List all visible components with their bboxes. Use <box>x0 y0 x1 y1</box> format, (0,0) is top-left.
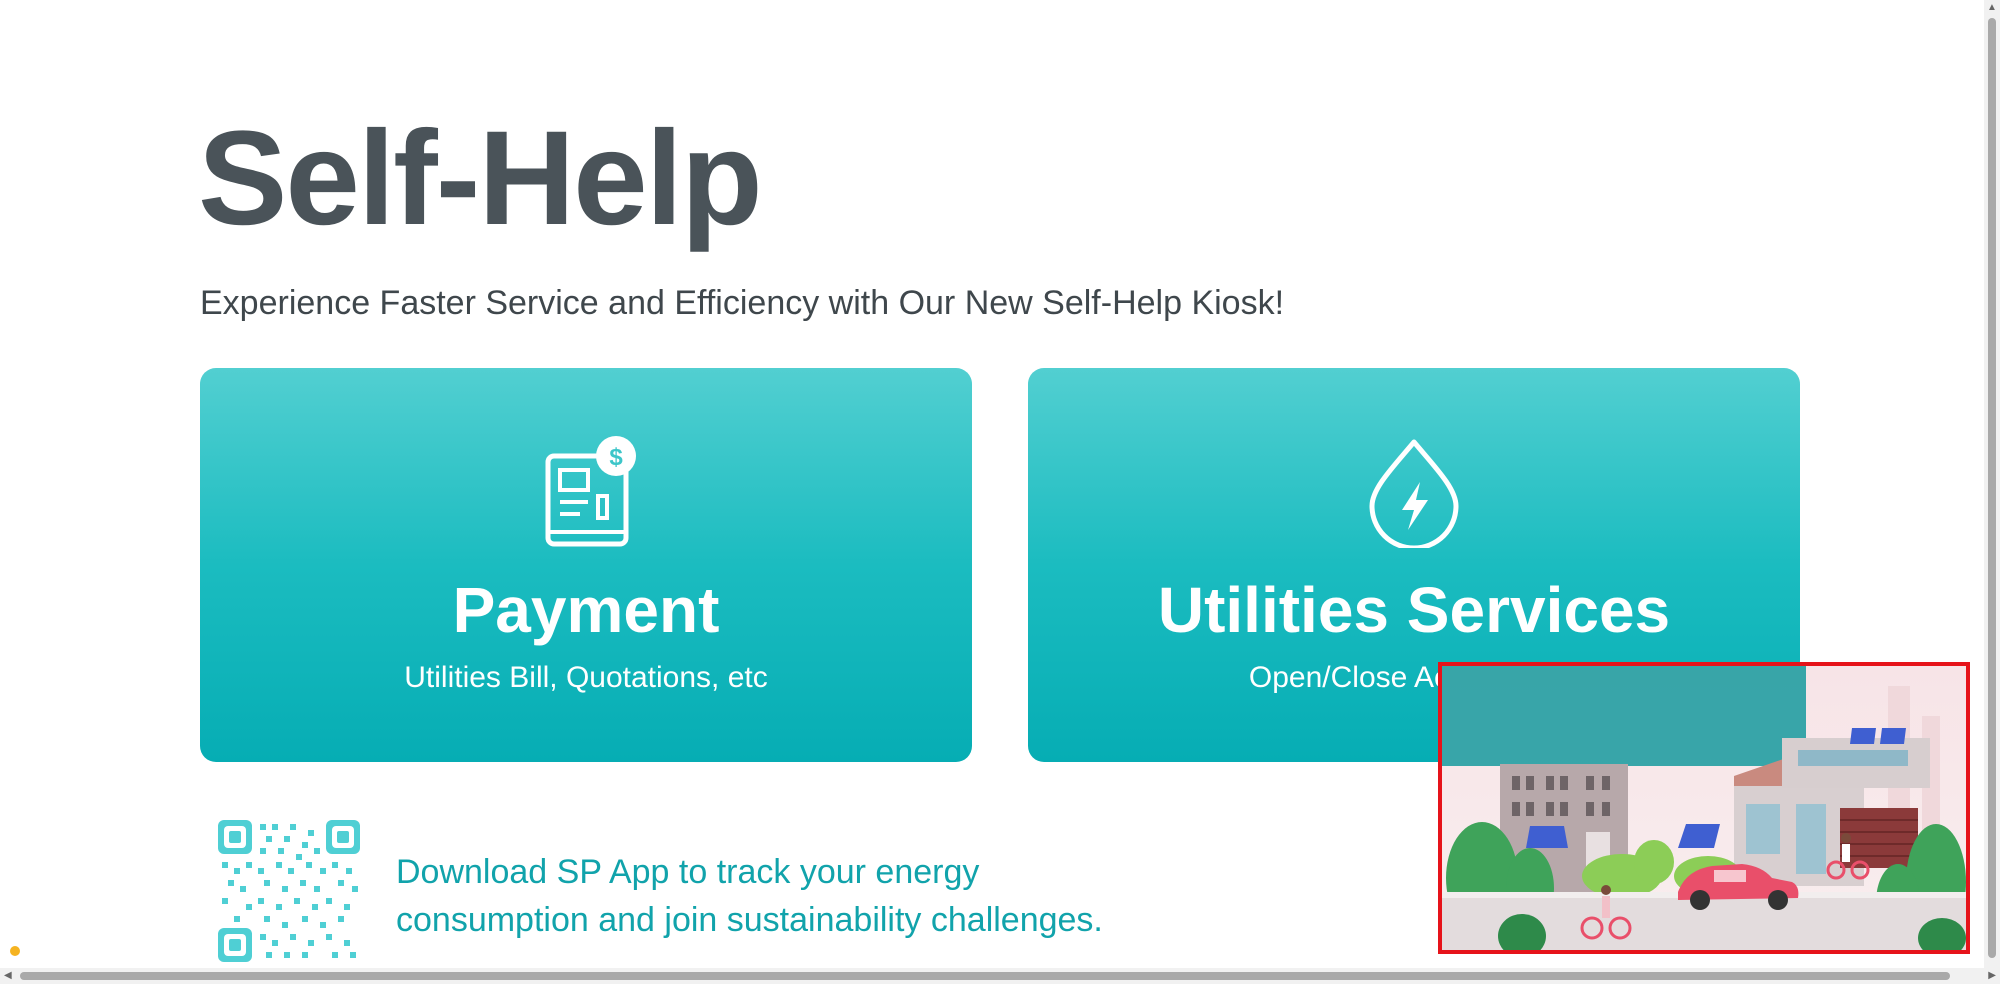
bill-dollar-icon: $ <box>536 436 636 548</box>
vertical-scroll-thumb[interactable] <box>1988 18 1996 958</box>
page-title: Self-Help <box>198 104 763 253</box>
self-help-page: Self-Help Experience Faster Service and … <box>0 0 2000 984</box>
app-promo-line2: consumption and join sustainability chal… <box>396 901 1103 939</box>
svg-text:$: $ <box>609 444 623 471</box>
scroll-right-icon[interactable]: ▶ <box>1988 970 1996 982</box>
vertical-scrollbar[interactable]: ▲ <box>1984 0 2000 968</box>
scroll-up-icon[interactable]: ▲ <box>1987 2 1997 13</box>
horizontal-scrollbar[interactable]: ◀ ▶ <box>0 968 2000 984</box>
utilities-title: Utilities Services <box>1157 574 1671 646</box>
payment-subtitle: Utilities Bill, Quotations, etc <box>404 661 768 694</box>
app-promo-line1: Download SP App to track your energy <box>396 853 980 891</box>
app-promo: Download SP App to track your energy con… <box>218 820 1218 962</box>
payment-card[interactable]: $ Payment Utilities Bill, Quotations, et… <box>200 368 972 762</box>
payment-title: Payment <box>452 574 720 646</box>
qr-code-icon[interactable] <box>218 820 360 962</box>
scroll-left-icon[interactable]: ◀ <box>4 970 12 982</box>
energy-drop-icon <box>1364 436 1464 551</box>
page-subtitle: Experience Faster Service and Efficiency… <box>200 284 1285 322</box>
sustainable-city-illustration <box>1438 662 1970 954</box>
app-promo-text: Download SP App to track your energy con… <box>396 848 1216 944</box>
status-dot-icon <box>10 946 20 956</box>
horizontal-scroll-thumb[interactable] <box>20 972 1950 980</box>
